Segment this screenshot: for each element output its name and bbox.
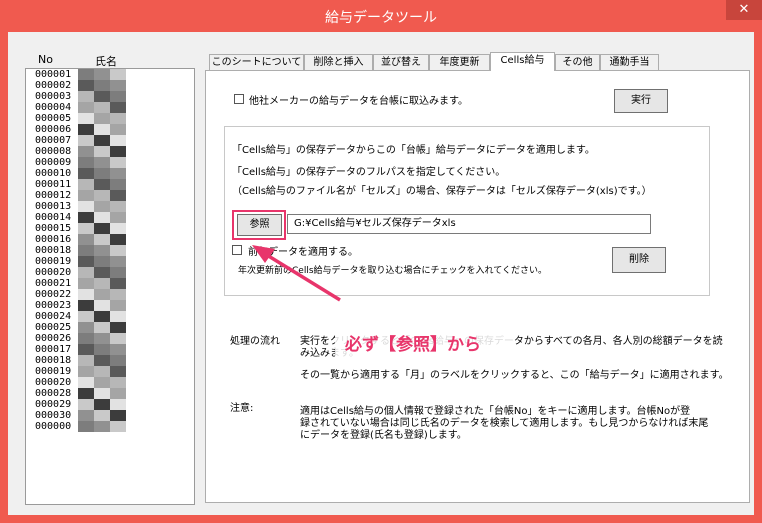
tab-4[interactable]: Cells給与 [490,52,555,71]
callout-arrow-icon [252,245,341,302]
